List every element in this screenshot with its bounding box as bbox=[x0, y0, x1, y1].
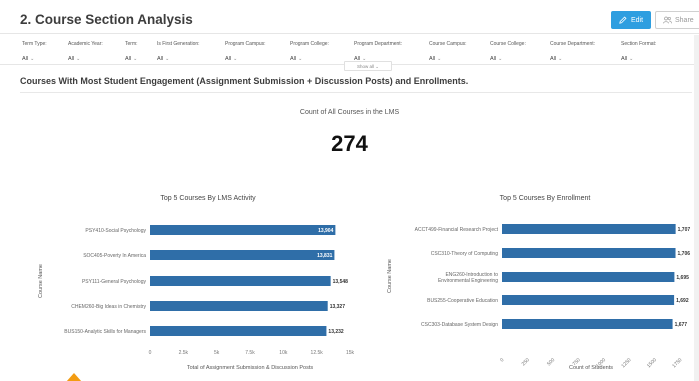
tick-label: 250 bbox=[521, 357, 531, 367]
category-label: CSC310-Theory of Computing bbox=[431, 251, 498, 257]
bar bbox=[502, 295, 675, 305]
category-label: ENG260-Introduction to Environmental Engi… bbox=[438, 272, 498, 284]
scrollbar[interactable] bbox=[694, 35, 699, 381]
data-label: 1,692 bbox=[676, 298, 689, 304]
data-label: 1,706 bbox=[678, 251, 691, 257]
tick-label: 1250 bbox=[620, 357, 632, 369]
bar bbox=[502, 224, 676, 234]
data-label: 1,695 bbox=[676, 275, 689, 281]
data-label: 1,677 bbox=[675, 322, 688, 328]
category-label: BUS255-Cooperative Education bbox=[427, 298, 498, 304]
bar bbox=[502, 272, 675, 282]
category-label: CSC303-Database System Design bbox=[421, 322, 498, 328]
bar bbox=[502, 319, 673, 329]
category-label: ACCT499-Financial Research Project bbox=[415, 227, 499, 233]
enrollment-chart: Top 5 Courses By Enrollment Course Name AC… bbox=[387, 195, 691, 371]
tick-label: 1750 bbox=[671, 357, 683, 369]
tick-label: 0 bbox=[499, 357, 505, 363]
x-axis-title: Count of Students bbox=[569, 365, 613, 371]
data-label: 1,707 bbox=[678, 227, 691, 233]
y-axis-title: Course Name bbox=[387, 259, 393, 293]
bar bbox=[502, 248, 676, 258]
chart-title: Top 5 Courses By Enrollment bbox=[500, 195, 591, 202]
tick-label: 1500 bbox=[646, 357, 658, 369]
warning-icon bbox=[66, 373, 82, 381]
tick-label: 500 bbox=[546, 357, 556, 367]
